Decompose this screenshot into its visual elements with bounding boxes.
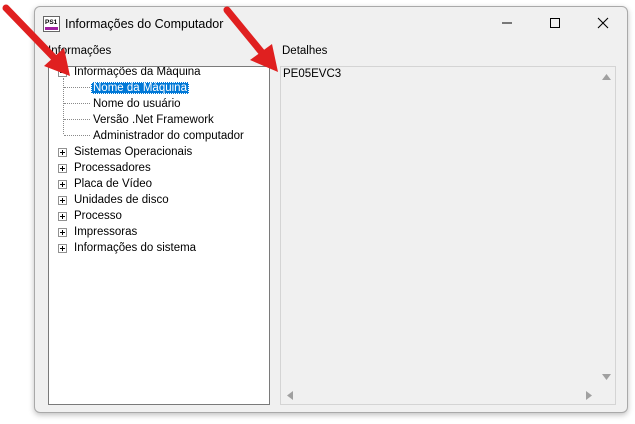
tree-node-net-framework[interactable]: Versão .Net Framework — [93, 112, 214, 128]
info-tree[interactable]: Informações da Máquina Nome da Máquina N… — [48, 66, 270, 405]
expand-icon[interactable] — [58, 180, 67, 189]
expand-icon[interactable] — [58, 148, 67, 157]
tree-node-label: Processo — [74, 210, 122, 222]
tree-node-label: Versão .Net Framework — [93, 114, 214, 126]
tree-node-user-name[interactable]: Nome do usuário — [93, 96, 181, 112]
tree-node-label: Unidades de disco — [74, 194, 169, 206]
tree-node-label: Sistemas Operacionais — [74, 146, 193, 158]
tree-connector — [64, 135, 90, 137]
expand-icon[interactable] — [58, 212, 67, 221]
scroll-up-icon[interactable] — [602, 74, 611, 80]
expand-icon[interactable] — [58, 228, 67, 237]
tree-node-label: Impressoras — [74, 226, 138, 238]
expand-icon[interactable] — [58, 196, 67, 205]
annotation-arrow-icon — [2, 4, 70, 76]
minimize-button[interactable] — [483, 7, 531, 39]
tree-node-label: Nome do usuário — [93, 98, 181, 110]
details-textbox[interactable]: PE05EVC3 — [280, 66, 616, 405]
tree-node-computer-admin[interactable]: Administrador do computador — [93, 128, 244, 144]
close-button[interactable] — [579, 7, 627, 39]
tree-node-label: Administrador do computador — [93, 130, 244, 142]
tree-connector — [64, 119, 90, 121]
expand-icon[interactable] — [58, 244, 67, 253]
tree-connector — [64, 103, 90, 105]
title-bar[interactable]: PS1 Informações do Computador — [35, 7, 627, 39]
tree-node-label: Informações do sistema — [74, 242, 197, 254]
close-icon — [597, 17, 609, 29]
scroll-down-icon[interactable] — [602, 374, 611, 380]
app-window: PS1 Informações do Computador Informaçõe… — [34, 6, 628, 413]
scroll-left-icon[interactable] — [287, 391, 293, 400]
maximize-icon — [550, 18, 560, 28]
maximize-button[interactable] — [531, 7, 579, 39]
tree-node-label: Placa de Vídeo — [74, 178, 153, 190]
minimize-icon — [502, 22, 512, 24]
horizontal-scrollbar[interactable] — [281, 387, 598, 404]
expand-icon[interactable] — [58, 164, 67, 173]
annotation-arrow-icon — [223, 6, 278, 72]
tree-node-label: Processadores — [74, 162, 151, 174]
vertical-scrollbar[interactable] — [598, 67, 615, 387]
scroll-right-icon[interactable] — [586, 391, 592, 400]
